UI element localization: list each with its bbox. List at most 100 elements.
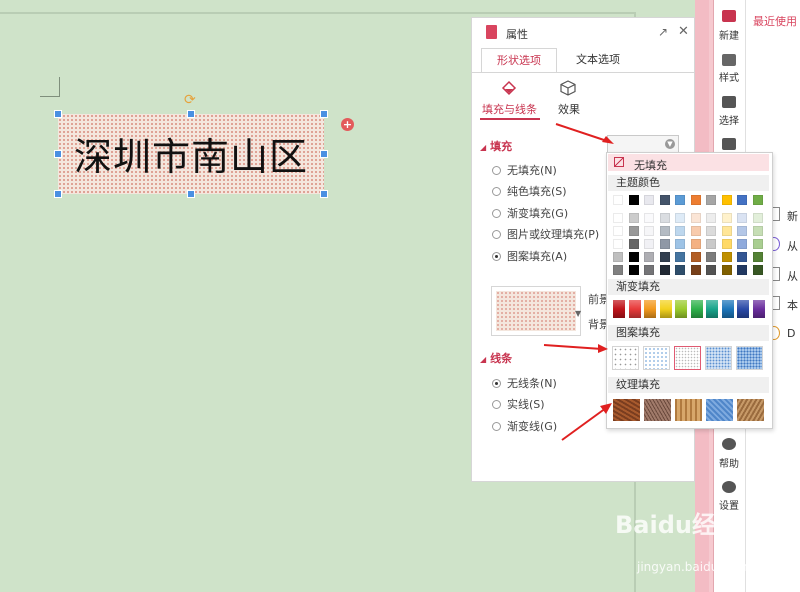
- theme-color-shade[interactable]: [737, 226, 747, 236]
- theme-color-swatch[interactable]: [659, 195, 670, 205]
- theme-color-shade[interactable]: [721, 226, 732, 236]
- resize-handle-l[interactable]: [54, 150, 62, 158]
- theme-color-shade[interactable]: [613, 226, 623, 236]
- theme-color-shade[interactable]: [613, 213, 623, 223]
- textbox-text[interactable]: 深圳市南山区: [58, 126, 324, 181]
- theme-color-shade[interactable]: [613, 265, 623, 275]
- gradient-swatch[interactable]: [675, 300, 687, 318]
- theme-color-swatch[interactable]: [613, 195, 623, 205]
- theme-color-shade[interactable]: [690, 213, 701, 223]
- theme-color-shade[interactable]: [690, 226, 701, 236]
- subtab-fill-line[interactable]: 填充与线条: [482, 101, 537, 117]
- recent-item-3[interactable]: 从: [787, 268, 798, 284]
- gradient-swatch[interactable]: [752, 300, 765, 318]
- sidebar-item-select[interactable]: 选择: [716, 112, 742, 127]
- pattern-dropdown-arrow-icon[interactable]: ▼: [575, 309, 581, 318]
- theme-color-shade[interactable]: [752, 213, 763, 223]
- theme-color-shade[interactable]: [721, 213, 732, 223]
- select-icon[interactable]: [722, 96, 736, 108]
- theme-color-shade[interactable]: [721, 239, 732, 249]
- recent-used-title[interactable]: 最近使用: [753, 13, 797, 29]
- sidebar-item-help[interactable]: 帮助: [716, 455, 742, 470]
- pattern-preview[interactable]: [491, 286, 581, 336]
- recent-item-2[interactable]: 从: [787, 238, 798, 254]
- line-option-none[interactable]: 无线条(N): [492, 375, 557, 391]
- theme-color-shade[interactable]: [737, 252, 747, 262]
- theme-color-swatch[interactable]: [752, 195, 763, 205]
- theme-color-swatch[interactable]: [628, 195, 639, 205]
- recent-item-1[interactable]: 新: [787, 208, 798, 224]
- theme-color-shade[interactable]: [628, 252, 639, 262]
- style-icon[interactable]: [722, 54, 736, 66]
- theme-color-swatch[interactable]: [644, 195, 654, 205]
- tab-text-options[interactable]: 文本选项: [558, 48, 638, 72]
- selected-textbox[interactable]: 深圳市南山区: [58, 114, 324, 194]
- line-option-solid[interactable]: 实线(S): [492, 396, 545, 412]
- theme-color-shade[interactable]: [644, 213, 654, 223]
- resize-handle-b[interactable]: [187, 190, 195, 198]
- pattern-swatch[interactable]: [736, 346, 763, 370]
- resize-handle-bl[interactable]: [54, 190, 62, 198]
- pattern-swatch[interactable]: [643, 346, 670, 370]
- help-icon[interactable]: [722, 438, 736, 450]
- gradient-swatch[interactable]: [659, 300, 672, 318]
- resize-handle-r[interactable]: [320, 150, 328, 158]
- recent-item-4[interactable]: 本: [787, 297, 798, 313]
- theme-color-shade[interactable]: [613, 239, 623, 249]
- theme-color-swatch[interactable]: [721, 195, 732, 205]
- theme-color-shade[interactable]: [659, 239, 670, 249]
- theme-color-shade[interactable]: [644, 252, 654, 262]
- new-doc-icon[interactable]: [722, 10, 736, 22]
- fill-option-gradient[interactable]: 渐变填充(G): [492, 205, 568, 221]
- pattern-swatch[interactable]: [612, 346, 639, 370]
- theme-color-shade[interactable]: [659, 226, 670, 236]
- close-icon[interactable]: ✕: [678, 24, 689, 39]
- gradient-swatch[interactable]: [644, 300, 656, 318]
- theme-color-shade[interactable]: [628, 226, 639, 236]
- theme-color-swatch[interactable]: [706, 195, 716, 205]
- gradient-swatch[interactable]: [721, 300, 734, 318]
- no-fill-option[interactable]: 无填充: [608, 154, 769, 172]
- theme-color-swatch[interactable]: [737, 195, 747, 205]
- resize-handle-tl[interactable]: [54, 110, 62, 118]
- resize-handle-t[interactable]: [187, 110, 195, 118]
- fill-option-none[interactable]: 无填充(N): [492, 162, 557, 178]
- theme-color-shade[interactable]: [628, 265, 639, 275]
- gradient-swatch[interactable]: [613, 300, 625, 318]
- resize-handle-br[interactable]: [320, 190, 328, 198]
- fill-option-solid[interactable]: 纯色填充(S): [492, 183, 567, 199]
- theme-color-shade[interactable]: [613, 252, 623, 262]
- line-option-gradient[interactable]: 渐变线(G): [492, 418, 557, 434]
- texture-swatch[interactable]: [706, 399, 733, 421]
- theme-color-shade[interactable]: [721, 252, 732, 262]
- theme-color-swatch[interactable]: [690, 195, 701, 205]
- theme-color-shade[interactable]: [628, 213, 639, 223]
- theme-color-shade[interactable]: [752, 239, 763, 249]
- theme-color-swatch[interactable]: [675, 195, 685, 205]
- theme-color-shade[interactable]: [675, 213, 685, 223]
- sidebar-item-style[interactable]: 样式: [716, 69, 742, 84]
- theme-color-shade[interactable]: [644, 226, 654, 236]
- texture-swatch[interactable]: [737, 399, 764, 421]
- pattern-swatch[interactable]: [705, 346, 732, 370]
- fill-option-picture[interactable]: 图片或纹理填充(P): [492, 226, 599, 242]
- theme-color-shade[interactable]: [690, 252, 701, 262]
- gradient-swatch[interactable]: [737, 300, 749, 318]
- fill-section-title[interactable]: 填充: [480, 138, 512, 154]
- theme-color-shade[interactable]: [659, 265, 670, 275]
- theme-color-shade[interactable]: [628, 239, 639, 249]
- texture-swatch[interactable]: [613, 399, 640, 421]
- theme-color-shade[interactable]: [659, 213, 670, 223]
- theme-color-shade[interactable]: [752, 265, 763, 275]
- theme-color-shade[interactable]: [675, 265, 685, 275]
- theme-color-shade[interactable]: [737, 213, 747, 223]
- resize-handle-tr[interactable]: [320, 110, 328, 118]
- theme-color-shade[interactable]: [659, 252, 670, 262]
- theme-color-shade[interactable]: [706, 239, 716, 249]
- theme-color-shade[interactable]: [752, 226, 763, 236]
- theme-color-shade[interactable]: [737, 265, 747, 275]
- gradient-swatch[interactable]: [690, 300, 703, 318]
- theme-color-shade[interactable]: [644, 265, 654, 275]
- texture-swatch[interactable]: [644, 399, 671, 421]
- tab-shape-options[interactable]: 形状选项: [481, 48, 557, 73]
